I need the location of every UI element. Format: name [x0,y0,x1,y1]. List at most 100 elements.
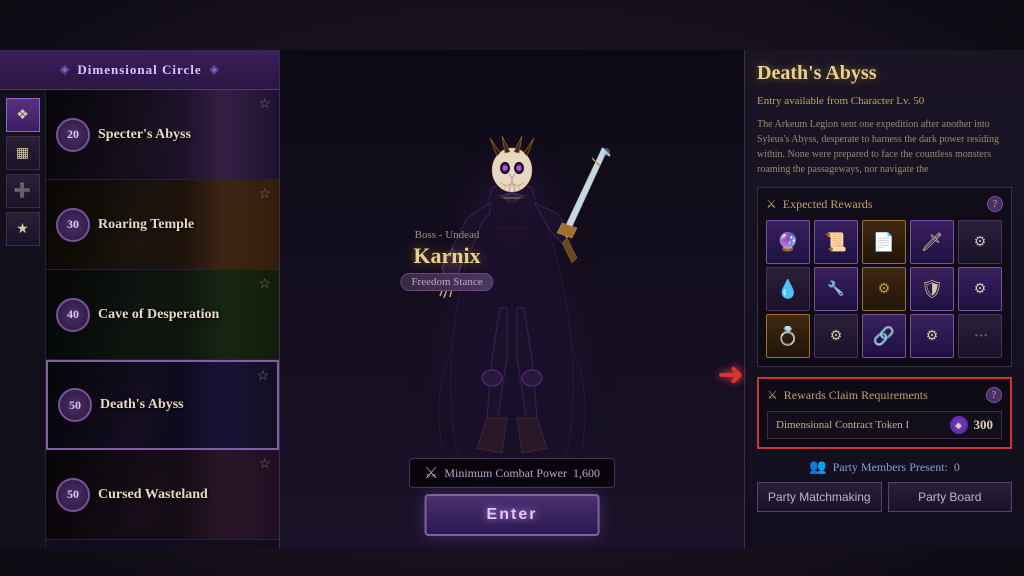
level-badge-cursed: 50 [56,478,90,512]
dungeon-star-deaths: ☆ [256,368,269,385]
party-members-label: Party Members Present: [833,460,948,475]
reward-item: 🔗 [862,314,906,358]
reward-item: ⚙ [862,267,906,311]
dungeon-content-roaring: 30 Roaring Temple [46,180,279,269]
rewards-header: ⚔ Expected Rewards ? [766,196,1003,212]
dungeon-item-cursed[interactable]: 50 Cursed Wasteland ☆ [46,450,279,540]
icon-bar-add[interactable]: ➕ [6,174,40,208]
claim-req-item-name: Dimensional Contract Token I [776,419,909,431]
reward-icon-6: 💧 [777,279,799,300]
level-badge-roaring: 30 [56,208,90,242]
dungeon-item-deaths[interactable]: 50 Death's Abyss ☆ [46,360,279,450]
reward-more: ··· [973,325,987,348]
rewards-help-button[interactable]: ? [987,196,1003,212]
rewards-title: ⚔ Expected Rewards [766,197,872,212]
dungeon-star-specter: ☆ [258,96,271,113]
combat-power-value: 1,600 [573,466,600,481]
rewards-icon: ⚔ [766,197,777,212]
party-buttons: Party Matchmaking Party Board [757,482,1012,512]
reward-icon-3: 📄 [873,232,895,253]
reward-item: ⚙ [910,314,954,358]
party-members-icon: 👥 [809,459,826,476]
boss-type-label: Boss - Undead [400,229,493,241]
icon-bar: ❖ ▦ ➕ ★ [0,90,46,548]
boss-stance-badge: Freedom Stance [400,273,493,291]
claim-req-icon: ⚔ [767,388,778,403]
claim-req-help-button[interactable]: ? [986,387,1002,403]
combat-power-label: Minimum Combat Power [444,466,567,481]
reward-item: ⚙ [814,314,858,358]
dungeon-content-specter: 20 Specter's Abyss [46,90,279,179]
reward-icon-11: 💍 [777,326,799,347]
reward-item: ··· [958,314,1002,358]
reward-icon-2: 📜 [825,232,847,253]
combat-power-icon: ⚔ [424,463,438,483]
reward-icon-4: 🗡 [921,232,944,253]
claim-requirements-section: ⚔ Rewards Claim Requirements ? Dimension… [757,377,1012,449]
level-badge-cave: 40 [56,298,90,332]
claim-req-row: Dimensional Contract Token I ◆ 300 [767,411,1002,439]
icon-bar-star[interactable]: ★ [6,212,40,246]
rewards-grid: 🔮 📜 📄 🗡 ⚙ 💧 🔧 ⚙ 🛡 ⚙ 💍 ⚙ 🔗 ⚙ ··· [766,220,1003,358]
claim-req-amount: ◆ 300 [950,416,994,434]
party-section: 👥 Party Members Present: 0 Party Matchma… [757,459,1012,512]
combat-power-bar: ⚔ Minimum Combat Power 1,600 [409,458,615,488]
reward-item: 📜 [814,220,858,264]
level-badge-specter: 20 [56,118,90,152]
reward-icon-10: ⚙ [974,281,987,298]
claim-req-header: ⚔ Rewards Claim Requirements ? [767,387,1002,403]
boss-info: Boss - Undead Karnix Freedom Stance [400,229,493,291]
reward-item: 🛡 [910,267,954,311]
enter-button-container: Enter [425,494,600,536]
dungeon-list: 20 Specter's Abyss ☆ 30 Roaring Temple [46,90,279,548]
boss-name-label: Karnix [400,243,493,269]
dungeon-content-cursed: 50 Cursed Wasteland [46,450,279,539]
reward-item: 💧 [766,267,810,311]
center-area: Boss - Undead Karnix Freedom Stance ⚔ Mi… [280,50,744,548]
app-container: Co-Op Dungeon ▲ 1,379 ● 4,136,579 ◆ 2,52… [0,0,1024,576]
level-badge-deaths: 50 [58,388,92,422]
reward-item: ⚙ [958,267,1002,311]
entry-requirement: Entry available from Character Lv. 50 [757,95,1012,107]
dungeon-name-cursed: Cursed Wasteland [98,487,208,503]
reward-icon-1: 🔮 [777,232,799,253]
dungeon-item-cave[interactable]: 40 Cave of Desperation ☆ [46,270,279,360]
dungeon-item-specter[interactable]: 20 Specter's Abyss ☆ [46,90,279,180]
reward-item: 🔮 [766,220,810,264]
right-panel-title: Death's Abyss [757,62,1012,85]
content-area: Dimensional Circle ❖ ▦ ➕ ★ [0,50,1024,548]
reward-icon-7: 🔧 [827,281,844,298]
dungeon-description: The Arkeum Legion sent one expedition af… [757,117,1012,177]
right-panel: Death's Abyss Entry available from Chara… [744,50,1024,548]
reward-item: 📄 [862,220,906,264]
dungeon-star-cave: ☆ [258,276,271,293]
reward-item: 💍 [766,314,810,358]
party-matchmaking-button[interactable]: Party Matchmaking [757,482,882,512]
sidebar-header-title: Dimensional Circle [77,62,201,78]
dungeon-item-roaring[interactable]: 30 Roaring Temple ☆ [46,180,279,270]
rewards-section: ⚔ Expected Rewards ? 🔮 📜 📄 🗡 ⚙ 💧 🔧 ⚙ 🛡 ⚙ [757,187,1012,367]
reward-icon-14: ⚙ [926,328,939,345]
dungeon-star-cursed: ☆ [258,456,271,473]
reward-item: 🔧 [814,267,858,311]
reward-icon-8: ⚙ [878,281,891,298]
party-members-count: 0 [954,460,960,475]
dungeon-name-specter: Specter's Abyss [98,127,191,143]
dungeon-star-roaring: ☆ [258,186,271,203]
claim-req-amount-value: 300 [974,417,994,433]
dungeon-name-cave: Cave of Desperation [98,307,219,323]
reward-icon-9: 🛡 [921,279,944,300]
icon-bar-grid[interactable]: ▦ [6,136,40,170]
reward-icon-12: ⚙ [830,328,843,345]
party-board-button[interactable]: Party Board [888,482,1013,512]
reward-item: 🗡 [910,220,954,264]
enter-button[interactable]: Enter [425,494,600,536]
icon-bar-dimensional[interactable]: ❖ [6,98,40,132]
claim-req-title: ⚔ Rewards Claim Requirements [767,388,928,403]
reward-icon-5: ⚙ [974,234,987,251]
dungeon-content-deaths: 50 Death's Abyss [48,362,277,448]
sidebar-header: Dimensional Circle [0,50,279,90]
reward-item: ⚙ [958,220,1002,264]
token-icon: ◆ [950,416,968,434]
dungeon-content-cave: 40 Cave of Desperation [46,270,279,359]
